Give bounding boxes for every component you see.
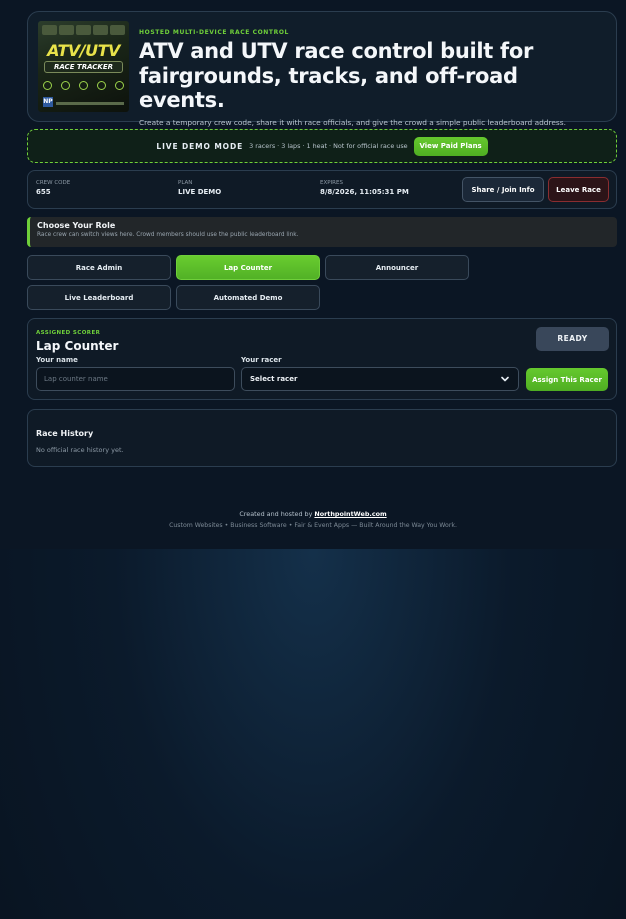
logo-subtitle: RACE TRACKER bbox=[44, 61, 123, 73]
expires-value: 8/8/2026, 11:05:31 PM bbox=[320, 188, 409, 196]
choose-role-panel: Choose Your Role Race crew can switch vi… bbox=[27, 217, 617, 247]
chevron-down-icon bbox=[501, 376, 509, 382]
your-racer-label: Your racer bbox=[241, 356, 282, 364]
app-container: ATV/UTV RACE TRACKER NP HOSTED MULTI-DEV… bbox=[27, 11, 617, 467]
role-buttons: Race Admin Lap Counter Announcer Live Le… bbox=[27, 255, 617, 310]
session-info-bar: CREW CODE 655 PLAN LIVE DEMO EXPIRES 8/8… bbox=[27, 170, 617, 209]
logo-title: ATV/UTV bbox=[47, 41, 120, 60]
page-title: ATV and UTV race control built for fairg… bbox=[139, 39, 534, 112]
crew-code-field: CREW CODE 655 bbox=[36, 180, 71, 196]
flag-icon bbox=[61, 81, 70, 90]
logo-feature-icons bbox=[43, 81, 124, 90]
hero-description: Create a temporary crew code, share it w… bbox=[139, 117, 566, 127]
brand-mark: NP bbox=[43, 97, 53, 107]
scorer-title: Lap Counter bbox=[36, 339, 119, 353]
leaderboard-icon bbox=[115, 81, 124, 90]
crew-code-value: 655 bbox=[36, 188, 51, 196]
plan-field: PLAN LIVE DEMO bbox=[178, 180, 222, 196]
hero-eyebrow: HOSTED MULTI-DEVICE RACE CONTROL bbox=[139, 29, 289, 36]
status-badge: READY bbox=[536, 327, 609, 351]
footer-tagline: Custom Websites • Business Software • Fa… bbox=[169, 522, 457, 529]
plan-value: LIVE DEMO bbox=[178, 188, 222, 196]
your-name-label: Your name bbox=[36, 356, 78, 364]
demo-mode-label: LIVE DEMO MODE bbox=[156, 141, 244, 151]
demo-mode-info: 3 racers · 3 laps · 1 heat · Not for off… bbox=[249, 142, 408, 150]
role-announcer-button[interactable]: Announcer bbox=[325, 255, 469, 280]
northpointweb-link[interactable]: NorthpointWeb.com bbox=[314, 510, 386, 518]
role-race-admin-button[interactable]: Race Admin bbox=[27, 255, 171, 280]
expires-field: EXPIRES 8/8/2026, 11:05:31 PM bbox=[320, 180, 409, 196]
leave-race-button[interactable]: Leave Race bbox=[548, 177, 609, 202]
view-paid-plans-button[interactable]: View Paid Plans bbox=[413, 136, 488, 156]
assigned-scorer-panel: ASSIGNED SCORER Lap Counter READY Your n… bbox=[27, 318, 617, 400]
hero-panel: ATV/UTV RACE TRACKER NP HOSTED MULTI-DEV… bbox=[27, 11, 617, 127]
race-tracker-logo: ATV/UTV RACE TRACKER NP bbox=[38, 21, 129, 112]
footer-credit: Created and hosted by bbox=[239, 510, 315, 518]
demo-mode-banner: LIVE DEMO MODE 3 racers · 3 laps · 1 hea… bbox=[27, 129, 617, 163]
lap-counter-name-input[interactable] bbox=[36, 367, 235, 391]
role-live-leaderboard-button[interactable]: Live Leaderboard bbox=[27, 285, 171, 310]
choose-role-help: Race crew can switch views here. Crowd m… bbox=[37, 232, 299, 238]
role-lap-counter-button[interactable]: Lap Counter bbox=[176, 255, 320, 280]
page-footer: Created and hosted by NorthpointWeb.com … bbox=[0, 510, 626, 529]
race-history-title: Race History bbox=[36, 429, 94, 438]
timer-icon bbox=[79, 81, 88, 90]
role-automated-demo-button[interactable]: Automated Demo bbox=[176, 285, 320, 310]
scorer-eyebrow: ASSIGNED SCORER bbox=[36, 330, 101, 336]
trophy-icon bbox=[97, 81, 106, 90]
race-history-panel: Race History No official race history ye… bbox=[27, 409, 617, 467]
racer-select[interactable]: Select racer bbox=[241, 367, 519, 391]
share-join-info-button[interactable]: Share / Join Info bbox=[462, 177, 544, 202]
race-history-empty: No official race history yet. bbox=[36, 446, 124, 454]
stopwatch-icon bbox=[43, 81, 52, 90]
assign-racer-button[interactable]: Assign This Racer bbox=[526, 368, 608, 391]
choose-role-title: Choose Your Role bbox=[37, 221, 116, 230]
racer-select-value: Select racer bbox=[250, 375, 298, 383]
